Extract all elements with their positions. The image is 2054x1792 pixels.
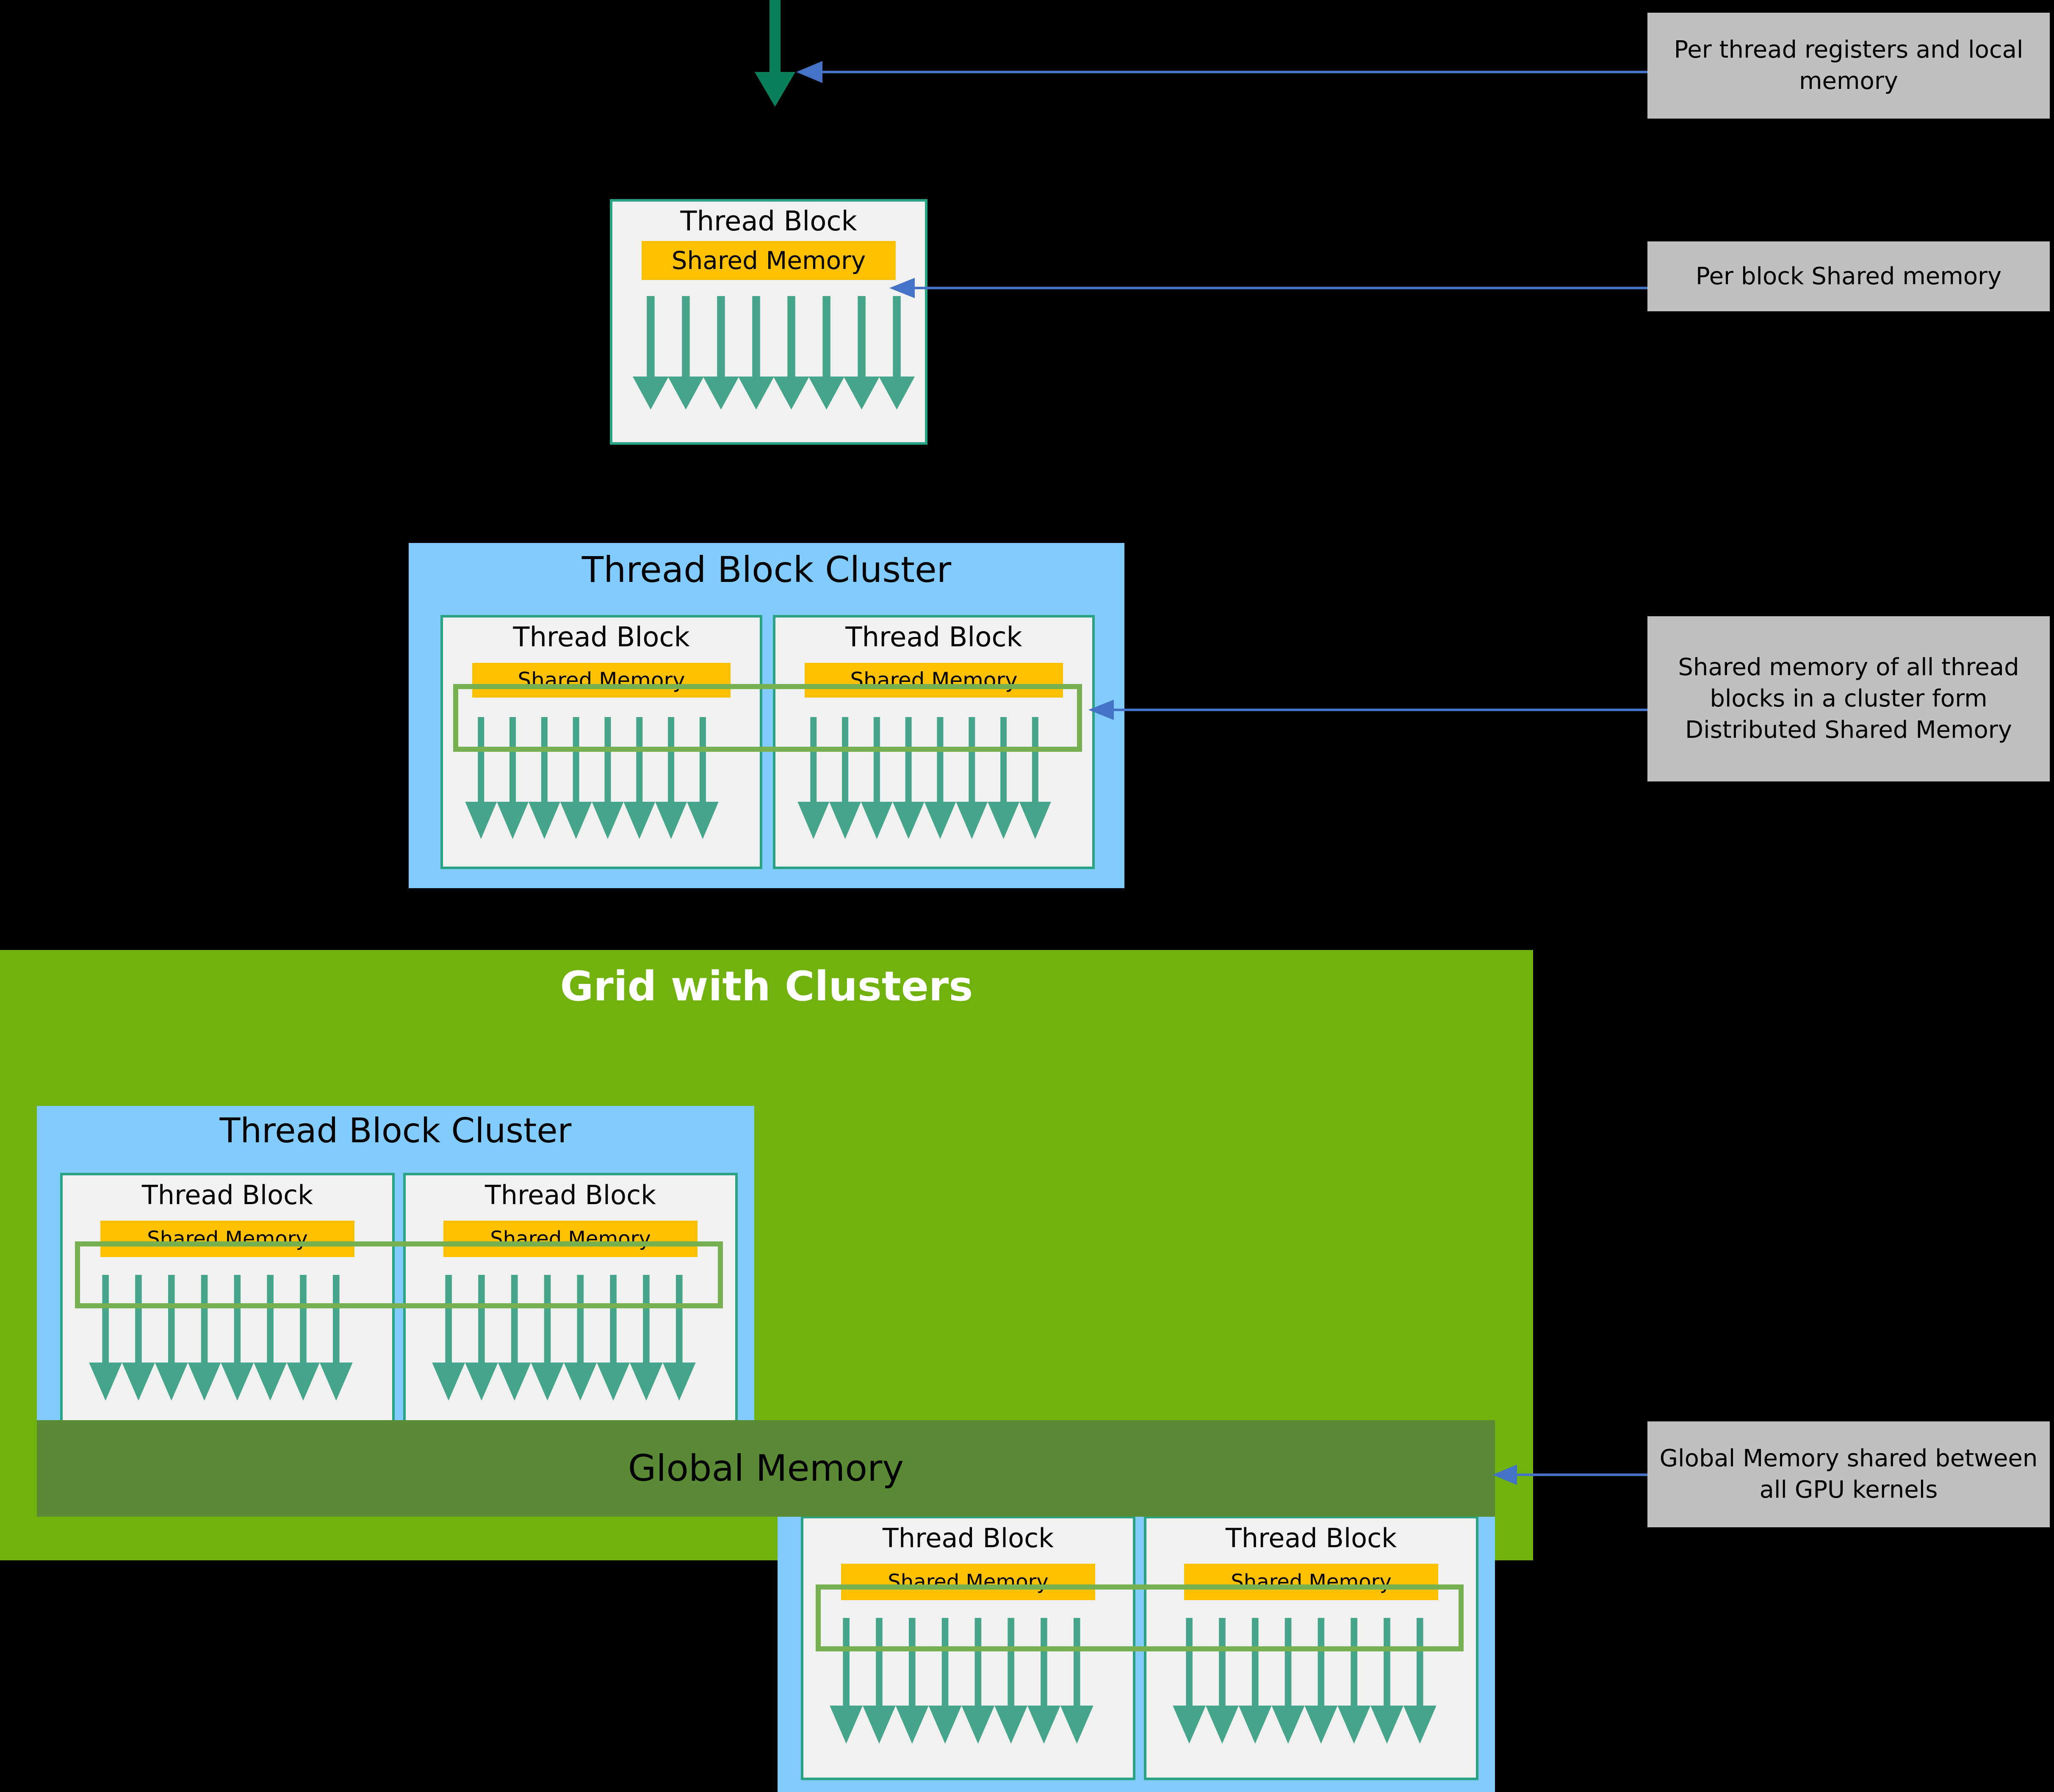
thread-arrow-fan — [612, 296, 925, 410]
shared-memory-box[interactable]: Shared Memory — [472, 663, 731, 698]
grid-c2-thread-block-a[interactable]: Thread Block Shared Memory — [801, 1516, 1135, 1780]
callout-global-memory-text: Global Memory shared between all GPU ker… — [1659, 1445, 2038, 1504]
cluster-thread-block-a[interactable]: Thread Block Shared Memory — [440, 615, 762, 869]
callout-registers-text: Per thread registers and local memory — [1674, 36, 2024, 95]
shared-memory-label: Shared Memory — [888, 1570, 1049, 1594]
thread-block-title: Thread Block — [680, 206, 857, 237]
shared-memory-label: Shared Memory — [1231, 1570, 1392, 1594]
grid-cluster-1[interactable]: Thread Block Cluster Thread Block Shared… — [37, 1106, 754, 1449]
grid-c1-thread-block-a[interactable]: Thread Block Shared Memory — [60, 1173, 395, 1437]
cluster-title: Thread Block Cluster — [581, 549, 952, 590]
thread-arrow-fan — [63, 1275, 392, 1402]
shared-memory-box[interactable]: Shared Memory — [841, 1564, 1095, 1601]
kernel-launch-arrow — [745, 0, 805, 110]
thread-arrow-fan — [406, 1275, 735, 1402]
shared-memory-label: Shared Memory — [490, 1227, 651, 1251]
thread-arrow-fan — [803, 1618, 1133, 1745]
grid-c2-thread-block-b[interactable]: Thread Block Shared Memory — [1144, 1516, 1478, 1780]
thread-block-title: Thread Block — [513, 622, 690, 653]
global-memory-label: Global Memory — [628, 1447, 904, 1490]
shared-memory-box[interactable]: Shared Memory — [443, 1221, 698, 1257]
shared-memory-label: Shared Memory — [518, 668, 685, 693]
registers-annotation-connector — [796, 59, 1652, 85]
thread-block-title: Thread Block — [1225, 1523, 1397, 1554]
thread-block-title: Thread Block — [484, 1180, 656, 1210]
callout-distributed-shared-memory-text: Shared memory of all thread blocks in a … — [1678, 654, 2019, 744]
cluster-title: Thread Block Cluster — [219, 1111, 572, 1150]
callout-shared-memory: Per block Shared memory — [1647, 241, 2050, 311]
shared-memory-box[interactable]: Shared Memory — [1184, 1564, 1438, 1601]
thread-arrow-fan — [443, 717, 760, 840]
shared-memory-label: Shared Memory — [671, 246, 866, 275]
grid-with-clusters[interactable]: Grid with Clusters Thread Block Cluster … — [0, 950, 1533, 1792]
callout-registers: Per thread registers and local memory — [1647, 13, 2050, 119]
thread-block-title: Thread Block — [141, 1180, 313, 1210]
shared-memory-box[interactable]: Shared Memory — [100, 1221, 354, 1257]
shared-memory-label: Shared Memory — [850, 668, 1018, 693]
thread-arrow-fan — [1146, 1618, 1476, 1745]
dsm-annotation-connector — [1088, 697, 1652, 723]
cluster-thread-block-b[interactable]: Thread Block Shared Memory — [773, 615, 1095, 869]
shared-memory-label: Shared Memory — [147, 1227, 308, 1251]
shared-memory-box[interactable]: Shared Memory — [642, 241, 896, 280]
callout-distributed-shared-memory: Shared memory of all thread blocks in a … — [1647, 616, 2050, 781]
global-memory-bar[interactable]: Global Memory — [37, 1420, 1495, 1517]
standalone-thread-block[interactable]: Thread Block Shared Memory — [610, 199, 927, 445]
thread-arrow-fan — [775, 717, 1092, 840]
shared-memory-annotation-connector — [889, 275, 1652, 301]
shared-memory-box[interactable]: Shared Memory — [805, 663, 1063, 698]
callout-global-memory: Global Memory shared between all GPU ker… — [1647, 1421, 2050, 1527]
standalone-thread-block-cluster[interactable]: Thread Block Cluster Thread Block Shared… — [409, 543, 1124, 888]
grid-title: Grid with Clusters — [560, 963, 973, 1010]
callout-shared-memory-text: Per block Shared memory — [1695, 262, 2002, 290]
thread-block-title: Thread Block — [882, 1523, 1054, 1554]
thread-block-title: Thread Block — [845, 622, 1022, 653]
grid-c1-thread-block-b[interactable]: Thread Block Shared Memory — [403, 1173, 738, 1437]
